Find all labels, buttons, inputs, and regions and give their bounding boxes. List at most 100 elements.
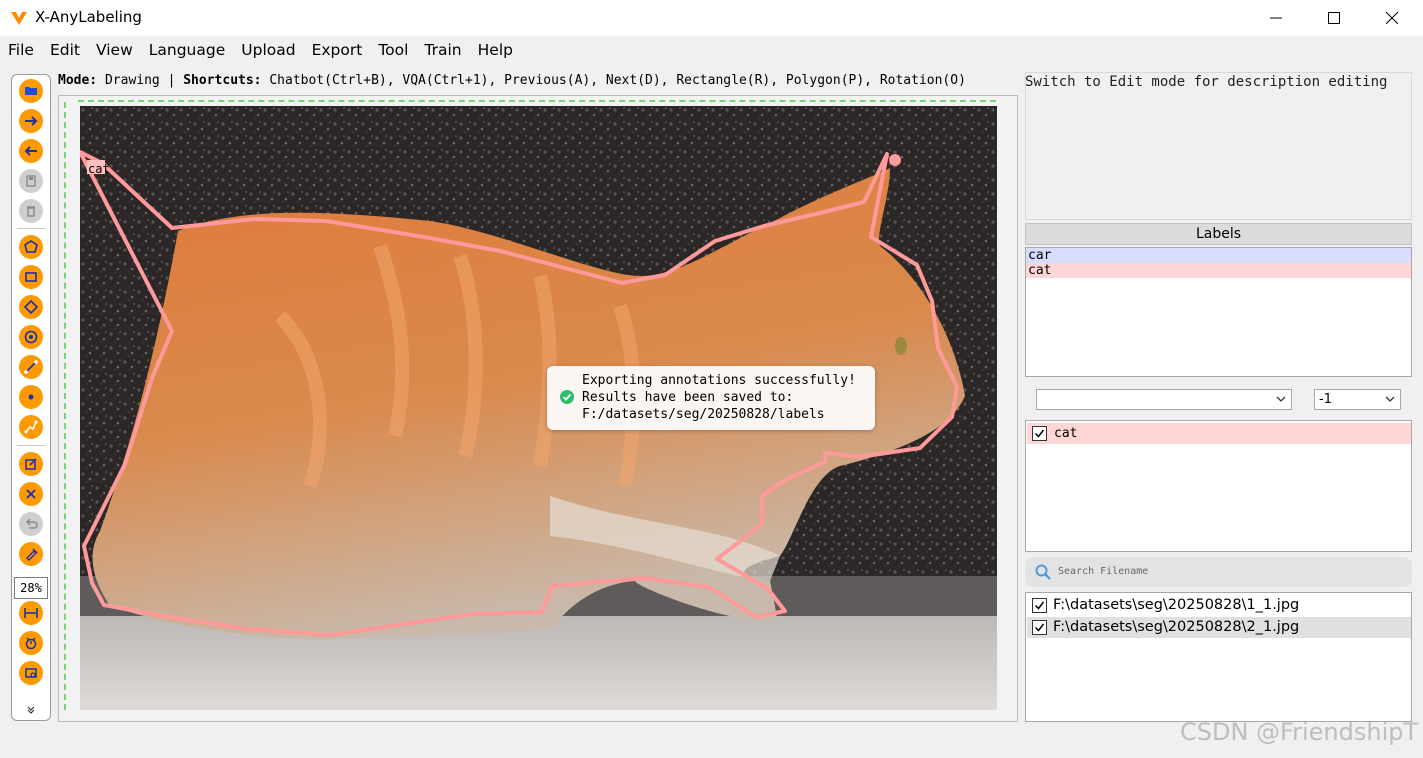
label-item-car[interactable]: car: [1026, 248, 1411, 263]
line-icon: [24, 360, 38, 374]
create-rotation-button[interactable]: [19, 295, 43, 319]
label-filter-select[interactable]: [1036, 389, 1292, 410]
description-placeholder: Switch to Edit mode for description edit…: [1025, 74, 1388, 90]
open-dir-icon: [25, 87, 37, 95]
labels-panel-title: Labels: [1025, 223, 1412, 245]
check-icon: [1034, 429, 1045, 438]
shape-visible-checkbox[interactable]: [1032, 426, 1047, 441]
edit-icon: [25, 458, 37, 470]
close-icon: [1386, 12, 1398, 24]
fit-width-icon: [24, 608, 38, 618]
menu-tool[interactable]: Tool: [370, 37, 416, 63]
create-polygon-button[interactable]: [19, 235, 43, 259]
toolbar-more-button[interactable]: [12, 705, 50, 718]
maximize-button[interactable]: [1305, 0, 1363, 36]
menu-upload[interactable]: Upload: [233, 37, 303, 63]
tool-bar: 28%: [11, 74, 51, 721]
group-id-value: -1: [1319, 392, 1332, 407]
toast-line-3: F:/datasets/seg/20250828/labels: [582, 407, 825, 422]
menu-edit[interactable]: Edit: [42, 37, 88, 63]
menu-help[interactable]: Help: [470, 37, 521, 63]
group-id-select[interactable]: -1: [1314, 389, 1401, 410]
crosshair-guide-horizontal: [78, 100, 996, 102]
shape-list[interactable]: cat: [1025, 420, 1412, 552]
toast-line-2: Results have been saved to:: [582, 390, 794, 405]
file-checkbox[interactable]: [1032, 598, 1047, 613]
chevron-down-icon: [1276, 396, 1286, 402]
title-bar: X-AnyLabeling: [0, 0, 1423, 36]
brush-icon: [26, 548, 38, 561]
auto-label-button[interactable]: [19, 631, 43, 655]
shortcuts-text: Chatbot(Ctrl+B), VQA(Ctrl+1), Previous(A…: [261, 73, 966, 88]
point-icon: [28, 394, 34, 400]
label-item-cat[interactable]: cat: [1026, 263, 1411, 278]
open-dir-button[interactable]: [19, 79, 43, 103]
file-name: F:\datasets\seg\20250828\2_1.jpg: [1053, 619, 1300, 635]
file-item[interactable]: F:\datasets\seg\20250828\1_1.jpg: [1027, 595, 1411, 616]
file-search-box[interactable]: Search Filename: [1025, 557, 1412, 587]
close-button[interactable]: [1363, 0, 1421, 36]
zoom-input[interactable]: 28%: [14, 577, 48, 599]
check-circle-icon: [560, 390, 574, 404]
file-item-selected[interactable]: F:\datasets\seg\20250828\2_1.jpg: [1027, 617, 1411, 638]
check-icon: [1034, 601, 1045, 610]
undo-icon: [25, 518, 38, 529]
mode-status-line: Mode: Drawing | Shortcuts: Chatbot(Ctrl+…: [58, 72, 1018, 92]
next-image-button[interactable]: [19, 109, 43, 133]
create-linestrip-button[interactable]: [19, 415, 43, 439]
search-icon: [1035, 564, 1051, 580]
app-logo-icon: [11, 12, 27, 25]
auto-label-icon: [25, 637, 37, 650]
save-button[interactable]: [19, 169, 43, 193]
polygon-icon: [24, 240, 38, 253]
check-icon: [1034, 623, 1045, 632]
labels-list[interactable]: car cat: [1025, 247, 1412, 377]
menu-train[interactable]: Train: [416, 37, 469, 63]
rectangle-icon: [25, 272, 37, 282]
create-line-button[interactable]: [19, 355, 43, 379]
fit-width-button[interactable]: [19, 601, 43, 625]
delete-icon: [27, 206, 35, 217]
image-info-icon: [25, 668, 37, 678]
prev-image-icon: [24, 146, 37, 156]
menu-bar: File Edit View Language Upload Export To…: [0, 37, 1423, 63]
minimize-button[interactable]: [1247, 0, 1305, 36]
delete-shape-icon: [26, 489, 36, 499]
undo-button[interactable]: [19, 512, 43, 536]
menu-file[interactable]: File: [0, 37, 42, 63]
create-point-button[interactable]: [19, 385, 43, 409]
save-icon: [26, 175, 36, 187]
file-list[interactable]: F:\datasets\seg\20250828\1_1.jpg F:\data…: [1025, 592, 1412, 722]
file-checkbox[interactable]: [1032, 620, 1047, 635]
brush-button[interactable]: [19, 542, 43, 566]
search-input[interactable]: Search Filename: [1058, 566, 1148, 577]
menu-language[interactable]: Language: [141, 37, 234, 63]
window-title: X-AnyLabeling: [35, 8, 142, 26]
create-rectangle-button[interactable]: [19, 265, 43, 289]
prev-image-button[interactable]: [19, 139, 43, 163]
file-name: F:\datasets\seg\20250828\1_1.jpg: [1053, 597, 1300, 613]
toast-line-1: Exporting annotations successfully!: [582, 373, 856, 388]
shape-item-label: cat: [1054, 426, 1078, 441]
chevron-down-icon: [27, 706, 35, 714]
linestrip-icon: [24, 420, 38, 434]
rotation-icon: [23, 299, 39, 315]
chevron-down-icon: [1385, 396, 1395, 402]
edit-shape-button[interactable]: [19, 452, 43, 476]
maximize-icon: [1328, 12, 1340, 24]
circle-icon: [24, 330, 38, 344]
create-circle-button[interactable]: [19, 325, 43, 349]
delete-shape-button[interactable]: [19, 482, 43, 506]
delete-file-button[interactable]: [19, 199, 43, 223]
menu-export[interactable]: Export: [304, 37, 371, 63]
shape-item-cat[interactable]: cat: [1027, 423, 1411, 444]
image-info-button[interactable]: [19, 661, 43, 685]
description-editor[interactable]: [1025, 72, 1412, 220]
menu-view[interactable]: View: [88, 37, 141, 63]
canvas-shape-label: cat: [88, 162, 110, 176]
mode-key: Mode:: [58, 73, 98, 88]
shortcuts-key: Shortcuts:: [183, 73, 262, 88]
mode-value: Drawing |: [97, 73, 184, 88]
crosshair-guide-vertical: [64, 102, 66, 710]
watermark: CSDN @FriendshipT: [1180, 718, 1419, 746]
